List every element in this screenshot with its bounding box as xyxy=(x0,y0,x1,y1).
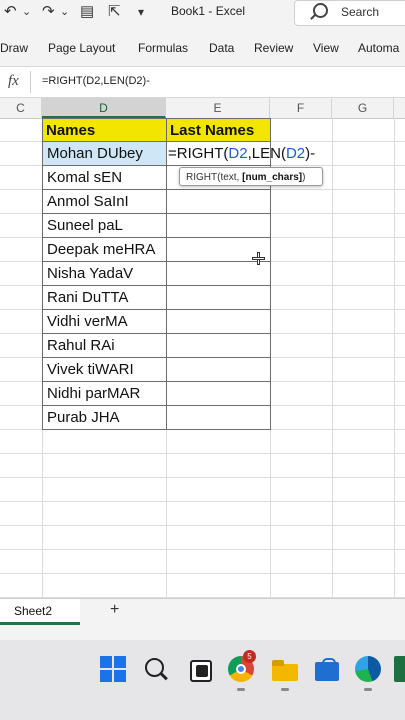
form-icon[interactable]: ▤ xyxy=(80,3,94,21)
chrome-running-indicator xyxy=(237,688,245,691)
cell-cursor-icon xyxy=(252,252,265,265)
formula-bar: fx =RIGHT(D2,LEN(D2)- xyxy=(0,66,405,98)
column-headers: C D E F G xyxy=(0,98,405,119)
editing-cell-e2[interactable]: =RIGHT(D2,LEN(D2)- xyxy=(166,142,315,166)
search-icon xyxy=(313,3,328,18)
formula-input[interactable]: =RIGHT(D2,LEN(D2)- xyxy=(42,75,150,87)
last-name-cell[interactable] xyxy=(166,406,271,430)
formula-ref-d2: D2 xyxy=(228,145,248,162)
tooltip-close-paren: ) xyxy=(302,172,306,183)
column-header-g[interactable]: G xyxy=(332,98,394,118)
column-header-f[interactable]: F xyxy=(270,98,332,118)
title-bar: ↶ ⌄ ↷ ⌄ ▤ ⇱ ▾ Book1 - Excel Search xyxy=(0,0,405,26)
name-cell[interactable]: Rani DuTTA xyxy=(42,286,167,310)
formula-ref-d2: D2 xyxy=(285,145,306,162)
last-name-cell[interactable] xyxy=(166,190,271,214)
tab-automate[interactable]: Automa xyxy=(358,41,399,55)
search-icon[interactable] xyxy=(143,656,169,682)
tab-data[interactable]: Data xyxy=(209,41,234,55)
add-sheet-icon[interactable]: + xyxy=(110,601,119,619)
windows-icon[interactable] xyxy=(100,656,126,682)
column-header-e[interactable]: E xyxy=(166,98,270,118)
last-name-cell[interactable] xyxy=(166,310,271,334)
formula-bar-divider xyxy=(30,71,31,93)
name-cell[interactable]: Komal sEN xyxy=(42,166,167,190)
explorer-running-indicator xyxy=(281,688,289,691)
excel-icon[interactable] xyxy=(394,656,405,682)
last-name-cell[interactable] xyxy=(166,334,271,358)
column-header-c[interactable]: C xyxy=(0,98,42,118)
name-cell[interactable]: Suneel paL xyxy=(42,214,167,238)
undo-icon[interactable]: ↶ xyxy=(4,3,17,21)
tab-draw[interactable]: Draw xyxy=(0,41,28,55)
grid-line xyxy=(332,118,333,598)
customize-quick-access-icon[interactable]: ▾ xyxy=(138,3,144,21)
name-cell[interactable]: Deepak meHRA xyxy=(42,238,167,262)
name-cell[interactable]: Nisha YadaV xyxy=(42,262,167,286)
store-icon[interactable] xyxy=(314,656,340,682)
status-bar xyxy=(0,626,405,640)
sheet-tab-bar: Sheet2 + xyxy=(0,598,405,627)
grid-line xyxy=(394,118,395,598)
tab-view[interactable]: View xyxy=(313,41,339,55)
name-cell[interactable]: Anmol SaInI xyxy=(42,190,167,214)
redo-dropdown-icon[interactable]: ⌄ xyxy=(60,3,69,21)
undo-dropdown-icon[interactable]: ⌄ xyxy=(22,3,31,21)
chrome-notification-badge: 5 xyxy=(243,650,256,663)
tab-formulas[interactable]: Formulas xyxy=(138,41,188,55)
touch-mode-icon[interactable]: ⇱ xyxy=(108,3,121,21)
header-cell-last-names[interactable]: Last Names xyxy=(166,118,271,142)
ribbon-tabs: Draw Page Layout Formulas Data Review Vi… xyxy=(0,26,405,66)
edge-icon[interactable] xyxy=(355,656,381,682)
last-name-cell[interactable] xyxy=(166,358,271,382)
edge-running-indicator xyxy=(364,688,372,691)
window-title: Book1 - Excel xyxy=(171,4,246,18)
header-cell-names[interactable]: Names xyxy=(42,118,167,142)
tooltip-current-arg: [num_chars] xyxy=(242,172,303,183)
last-name-cell[interactable] xyxy=(166,382,271,406)
taskbar xyxy=(0,640,405,720)
file-explorer-icon[interactable] xyxy=(272,656,298,682)
sheet-tab-sheet2[interactable]: Sheet2 xyxy=(0,599,80,625)
name-cell[interactable]: Vidhi verMA xyxy=(42,310,167,334)
name-cell[interactable]: Nidhi parMAR xyxy=(42,382,167,406)
tab-review[interactable]: Review xyxy=(254,41,293,55)
tab-page-layout[interactable]: Page Layout xyxy=(48,41,115,55)
last-name-cell[interactable] xyxy=(166,214,271,238)
name-cell[interactable]: Vivek tiWARI xyxy=(42,358,167,382)
insert-function-icon[interactable]: fx xyxy=(8,73,19,90)
formula-fn: =RIGHT( xyxy=(168,145,229,162)
formula-fn-len: ,LEN( xyxy=(247,145,286,162)
function-tooltip[interactable]: RIGHT(text, [num_chars]) xyxy=(179,167,323,186)
search-label: Search xyxy=(341,5,380,19)
search-box[interactable]: Search xyxy=(294,0,405,26)
tooltip-signature: RIGHT(text, xyxy=(186,172,243,183)
redo-icon[interactable]: ↷ xyxy=(42,3,55,21)
name-cell[interactable]: Rahul RAi xyxy=(42,334,167,358)
formula-suffix: )- xyxy=(305,145,316,162)
name-cell[interactable]: Purab JHA xyxy=(42,406,167,430)
column-header-d[interactable]: D xyxy=(42,98,166,118)
name-cell[interactable]: Mohan DUbey xyxy=(42,142,167,166)
last-name-cell[interactable] xyxy=(166,262,271,286)
last-name-cell[interactable] xyxy=(166,286,271,310)
task-view-icon[interactable] xyxy=(188,656,214,682)
